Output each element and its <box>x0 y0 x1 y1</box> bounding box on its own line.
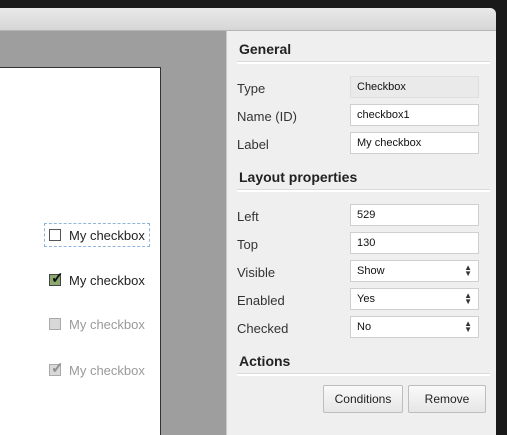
select-arrows-icon: ▲ ▼ <box>464 263 472 278</box>
label-label: Label <box>237 137 269 152</box>
enabled-select[interactable]: Yes ▲ ▼ <box>350 288 479 310</box>
visible-select-value: Show <box>357 265 385 277</box>
design-canvas-area: My checkbox ✓ My checkbox My checkbox ✓ … <box>0 31 226 435</box>
checkmark-icon: ✓ <box>51 360 64 377</box>
checked-select-value: No <box>357 321 372 333</box>
checkbox-widget-disabled-checked: ✓ My checkbox <box>49 359 145 381</box>
section-divider <box>237 61 490 64</box>
section-divider <box>237 189 490 192</box>
section-divider <box>237 373 490 376</box>
left-label: Left <box>237 209 259 224</box>
properties-panel: General Type Checkbox Name (ID) checkbox… <box>226 31 496 435</box>
label-input[interactable]: My checkbox <box>350 132 479 154</box>
checkbox-box[interactable]: ✓ <box>49 270 64 287</box>
left-input[interactable]: 529 <box>350 204 479 226</box>
checkmark-icon: ✓ <box>51 270 64 287</box>
top-input[interactable]: 130 <box>350 232 479 254</box>
select-arrows-icon: ▲ ▼ <box>464 291 472 306</box>
layout-section-title: Layout properties <box>239 169 358 185</box>
app-window: My checkbox ✓ My checkbox My checkbox ✓ … <box>0 8 496 435</box>
visible-select[interactable]: Show ▲ ▼ <box>350 260 479 282</box>
remove-button[interactable]: Remove <box>408 385 486 413</box>
checked-label: Checked <box>237 321 289 336</box>
window-titlebar[interactable] <box>0 8 496 31</box>
checkbox-widget-checked[interactable]: ✓ My checkbox <box>49 269 145 291</box>
checkbox-label: My checkbox <box>69 272 145 288</box>
enabled-select-value: Yes <box>357 293 375 305</box>
checkbox-widget-selected[interactable]: My checkbox <box>44 223 150 247</box>
enabled-label: Enabled <box>237 293 285 308</box>
checkbox-label: My checkbox <box>69 227 145 243</box>
checkbox-box[interactable] <box>49 229 61 241</box>
name-id-input[interactable]: checkbox1 <box>350 104 479 126</box>
checkbox-box <box>49 318 61 330</box>
type-field: Checkbox <box>350 76 479 98</box>
type-label: Type <box>237 81 266 96</box>
general-section-title: General <box>239 41 292 57</box>
actions-section-title: Actions <box>239 353 291 369</box>
checkbox-label: My checkbox <box>69 362 145 378</box>
visible-label: Visible <box>237 265 276 280</box>
checkbox-label: My checkbox <box>69 316 145 332</box>
select-arrows-icon: ▲ ▼ <box>464 319 472 334</box>
checked-select[interactable]: No ▲ ▼ <box>350 316 479 338</box>
form-page[interactable]: My checkbox ✓ My checkbox My checkbox ✓ … <box>0 67 161 435</box>
checkbox-widget-disabled: My checkbox <box>49 313 145 335</box>
conditions-button[interactable]: Conditions <box>323 385 403 413</box>
top-label: Top <box>237 237 258 252</box>
checkbox-box: ✓ <box>49 360 64 377</box>
name-label: Name (ID) <box>237 109 297 124</box>
